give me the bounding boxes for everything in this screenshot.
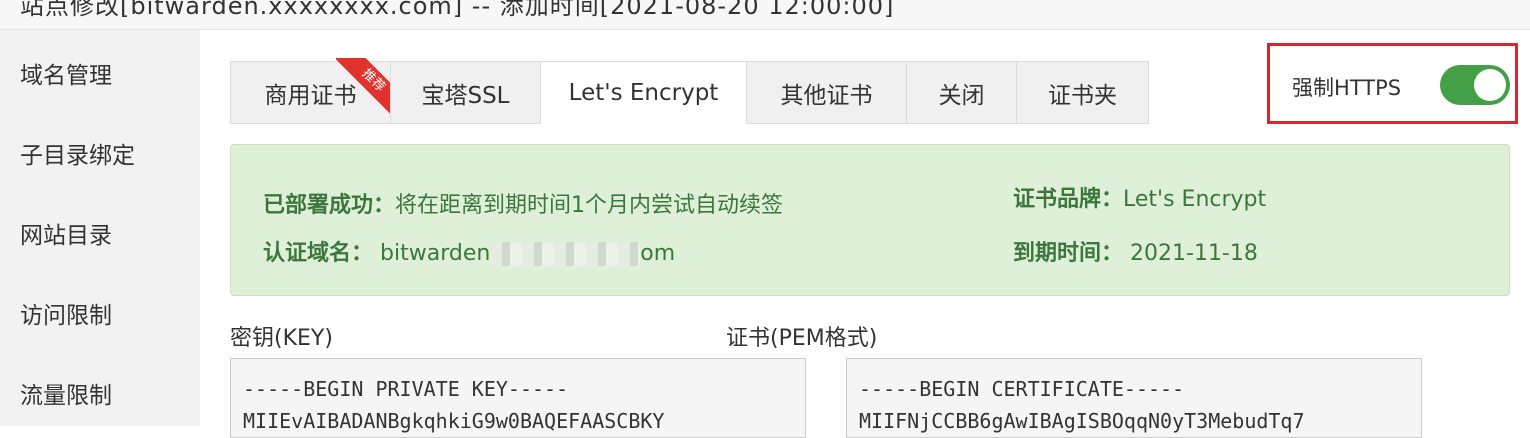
tab-label: Let's Encrypt (568, 79, 719, 106)
window-title: 站点修改[bitwarden.xxxxxxxx.com] -- 添加时间[202… (20, 0, 895, 20)
recommend-ribbon: 推荐 (336, 58, 394, 116)
expiry-date: 到期时间： 2021-11-18 (1013, 235, 1258, 267)
certified-domain-prefix: bitwarden (380, 241, 491, 266)
sidebar-item-access-restriction[interactable]: 访问限制 (20, 296, 112, 330)
private-key-textarea[interactable]: -----BEGIN PRIVATE KEY----- MIIEvAIBADANB… (230, 358, 806, 438)
tab-close[interactable]: 关闭 (906, 61, 1016, 124)
private-key-line: MIIEvAIBADANBgkqhkiG9w0BAQEFAASCBKY (243, 409, 665, 433)
certificate-line: -----BEGIN CERTIFICATE----- (859, 377, 1185, 401)
tab-other-certificate[interactable]: 其他证书 (746, 61, 906, 124)
tab-label: 其他证书 (780, 82, 873, 109)
certificate-pem-textarea[interactable]: -----BEGIN CERTIFICATE----- MIIFNjCCBB6gA… (846, 358, 1422, 438)
force-https-label: 强制HTTPS (1292, 76, 1402, 100)
deploy-status-text: 将在距离到期时间1个月内尝试自动续签 (395, 193, 784, 218)
certificate-brand-value: Let's Encrypt (1123, 187, 1267, 212)
certified-domain: 认证域名： bitwarden om (263, 235, 675, 267)
tab-baota-ssl[interactable]: 宝塔SSL (390, 61, 540, 124)
ssl-tab-bar: 商用证书 推荐 宝塔SSL Let's Encrypt 其他证书 关闭 证书夹 (230, 58, 1149, 124)
sidebar-item-traffic-limit[interactable]: 流量限制 (20, 376, 112, 410)
certified-domain-suffix: om (640, 241, 676, 266)
certificate-pem-label: 证书(PEM格式) (726, 326, 878, 351)
expiry-date-value: 2021-11-18 (1130, 241, 1258, 266)
redacted-domain-blur (490, 242, 641, 266)
toggle-knob (1474, 69, 1506, 101)
window-title-bar: 站点修改[bitwarden.xxxxxxxx.com] -- 添加时间[202… (0, 0, 1530, 30)
certificate-line: MIIFNjCCBB6gAwIBAgISBOqqN0yT3MebudTq7 (859, 409, 1305, 433)
sidebar-item-subdirectory-binding[interactable]: 子目录绑定 (20, 136, 135, 170)
private-key-line: -----BEGIN PRIVATE KEY----- (243, 377, 569, 401)
certificate-status-alert: 已部署成功：将在距离到期时间1个月内尝试自动续签 认证域名： bitwarden… (230, 144, 1510, 296)
tab-label: 关闭 (938, 82, 985, 109)
sidebar: 域名管理 子目录绑定 网站目录 访问限制 流量限制 (0, 30, 200, 426)
certified-domain-label: 认证域名： (263, 241, 374, 266)
force-https-panel: 强制HTTPS (1267, 43, 1518, 124)
expiry-date-label: 到期时间： (1013, 241, 1124, 266)
certificate-brand: 证书品牌：Let's Encrypt (1013, 181, 1266, 213)
certificate-brand-label: 证书品牌： (1013, 187, 1124, 212)
deploy-status-label: 已部署成功： (263, 193, 396, 218)
deploy-status: 已部署成功：将在距离到期时间1个月内尝试自动续签 (263, 187, 783, 219)
private-key-label: 密钥(KEY) (230, 326, 333, 351)
force-https-toggle[interactable] (1440, 65, 1510, 105)
tab-certificate-folder[interactable]: 证书夹 (1016, 61, 1149, 124)
tab-lets-encrypt[interactable]: Let's Encrypt (540, 61, 746, 124)
sidebar-item-domain-management[interactable]: 域名管理 (20, 56, 112, 90)
tab-label: 宝塔SSL (421, 82, 510, 109)
sidebar-item-site-directory[interactable]: 网站目录 (20, 216, 112, 250)
recommend-ribbon-label: 推荐 (336, 58, 394, 116)
tab-label: 证书夹 (1048, 82, 1117, 109)
tab-commercial-certificate[interactable]: 商用证书 推荐 (230, 58, 394, 124)
